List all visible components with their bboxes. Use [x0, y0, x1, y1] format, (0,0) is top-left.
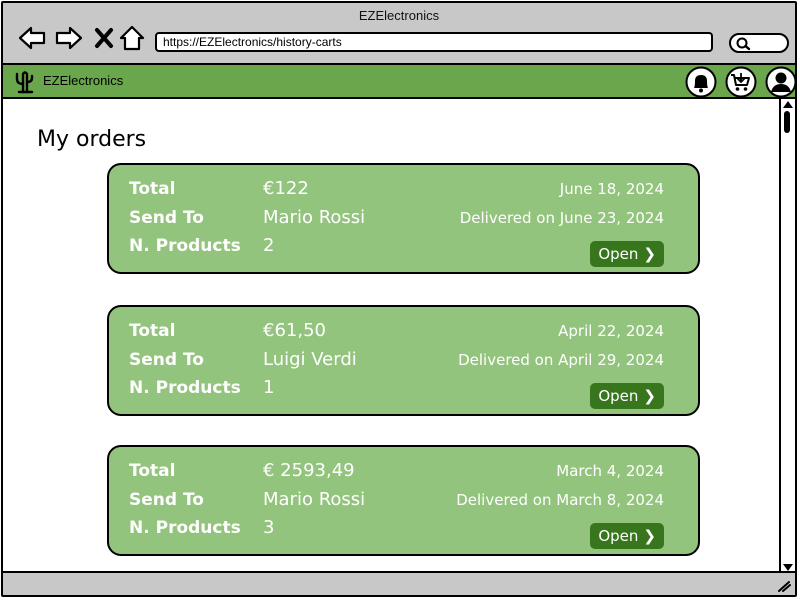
- order-card: Total Send To N. Products €122 Mario Ros…: [107, 163, 700, 274]
- order-card: Total Send To N. Products €61,50 Luigi V…: [107, 305, 700, 416]
- window-title: EZElectronics: [358, 8, 440, 23]
- app-name: EZElectronics: [43, 73, 124, 88]
- chevron-right-icon: ❯: [643, 245, 656, 263]
- open-button-label: Open: [598, 245, 639, 263]
- order-card: Total Send To N. Products € 2593,49 Mari…: [107, 445, 700, 556]
- order-recipient: Luigi Verdi: [263, 349, 357, 370]
- n-products-label: N. Products: [129, 378, 241, 398]
- browser-window: EZElectronics https://EZElectronics/hist…: [1, 1, 797, 597]
- back-icon[interactable]: [17, 23, 47, 53]
- delivery-status: Delivered on March 8, 2024: [456, 491, 664, 509]
- order-product-count: 1: [263, 377, 275, 398]
- url-bar[interactable]: https://EZElectronics/history-carts: [155, 32, 713, 52]
- order-date: June 18, 2024: [559, 180, 664, 198]
- page-title: My orders: [37, 127, 147, 152]
- forward-icon[interactable]: [54, 23, 84, 53]
- chevron-right-icon: ❯: [643, 527, 656, 545]
- home-icon[interactable]: [117, 23, 147, 53]
- order-date: March 4, 2024: [556, 462, 664, 480]
- order-total: €61,50: [263, 320, 326, 341]
- browser-titlebar: EZElectronics https://EZElectronics/hist…: [3, 3, 795, 65]
- open-order-button[interactable]: Open ❯: [590, 241, 664, 267]
- user-icon[interactable]: [765, 66, 797, 98]
- total-label: Total: [129, 461, 176, 481]
- bell-icon[interactable]: [685, 66, 717, 98]
- open-order-button[interactable]: Open ❯: [590, 523, 664, 549]
- search-box[interactable]: [729, 33, 789, 53]
- browser-statusbar: [3, 571, 795, 595]
- delivery-status: Delivered on April 29, 2024: [458, 351, 664, 369]
- total-label: Total: [129, 179, 176, 199]
- send-to-label: Send To: [129, 208, 204, 228]
- send-to-label: Send To: [129, 490, 204, 510]
- close-icon[interactable]: [89, 23, 119, 53]
- app-header: EZElectronics: [3, 65, 795, 99]
- vertical-scrollbar[interactable]: [779, 99, 795, 575]
- n-products-label: N. Products: [129, 518, 241, 538]
- main-content: My orders Total Send To N. Products €122…: [3, 99, 781, 571]
- resize-grip-icon[interactable]: [777, 580, 791, 592]
- scroll-down-arrow-icon[interactable]: [783, 564, 793, 571]
- scroll-up-arrow-icon[interactable]: [783, 101, 793, 108]
- send-to-label: Send To: [129, 350, 204, 370]
- scrollbar-thumb[interactable]: [784, 111, 790, 133]
- order-recipient: Mario Rossi: [263, 207, 366, 228]
- order-product-count: 3: [263, 517, 275, 538]
- order-date: April 22, 2024: [558, 322, 664, 340]
- order-product-count: 2: [263, 235, 275, 256]
- cactus-icon: [15, 71, 34, 94]
- chevron-right-icon: ❯: [643, 387, 656, 405]
- order-recipient: Mario Rossi: [263, 489, 366, 510]
- search-icon: [736, 37, 751, 51]
- total-label: Total: [129, 321, 176, 341]
- open-order-button[interactable]: Open ❯: [590, 383, 664, 409]
- open-button-label: Open: [598, 387, 639, 405]
- order-total: € 2593,49: [263, 460, 355, 481]
- delivery-status: Delivered on June 23, 2024: [459, 209, 664, 227]
- n-products-label: N. Products: [129, 236, 241, 256]
- cart-icon[interactable]: [725, 66, 757, 98]
- open-button-label: Open: [598, 527, 639, 545]
- order-total: €122: [263, 178, 309, 199]
